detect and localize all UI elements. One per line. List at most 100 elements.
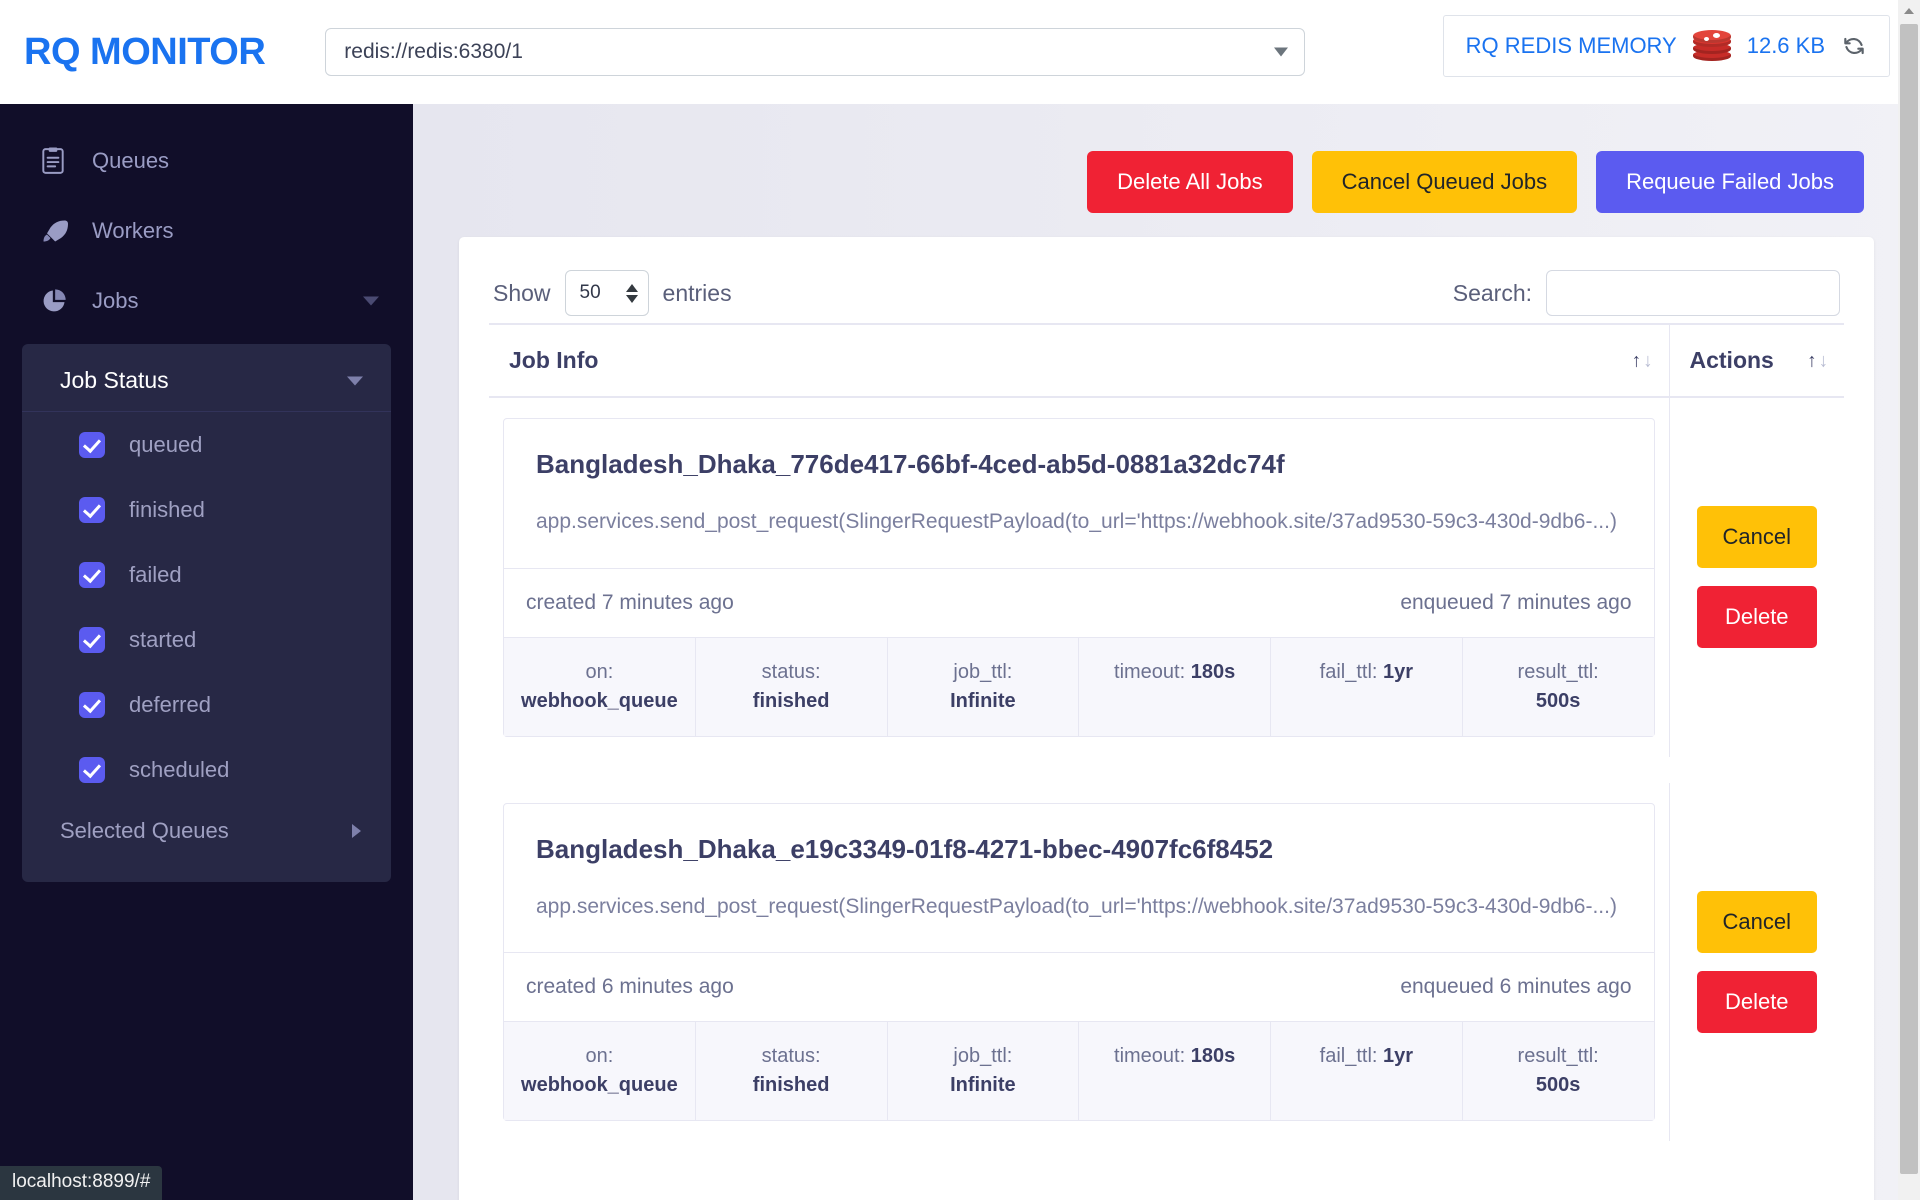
- meta-key: timeout:: [1114, 1045, 1186, 1067]
- meta-key: on:: [585, 660, 614, 683]
- scroll-up-button[interactable]: [1898, 0, 1920, 22]
- jobs-table: Job Info ↑ ↓ Actions ↑ ↓ Bangladesh_Dhak…: [489, 323, 1844, 1141]
- redis-connection-select[interactable]: redis://redis:6380/1: [325, 28, 1306, 76]
- top-bar: RQ MONITOR redis://redis:6380/1 RQ REDIS…: [0, 0, 1920, 104]
- sidebar: Queues Workers Jobs Job Status queued fi…: [0, 104, 413, 1200]
- scrollbar-thumb[interactable]: [1900, 24, 1918, 1174]
- redis-connection-value: redis://redis:6380/1: [344, 40, 523, 63]
- row-spacer: [489, 757, 1844, 783]
- page-size-value: 50: [579, 282, 601, 303]
- job-meta-status: status: finished: [696, 637, 888, 736]
- job-actions-cell: Cancel Delete: [1668, 397, 1844, 757]
- chevron-down-icon: [363, 296, 379, 306]
- table-row: Bangladesh_Dhaka_e19c3349-01f8-4271-bbec…: [489, 782, 1844, 1141]
- meta-key: status:: [761, 1045, 821, 1067]
- meta-value: Infinite: [950, 1074, 1016, 1096]
- job-enqueued-time: enqueued 6 minutes ago: [1400, 975, 1632, 998]
- meta-key: result_ttl:: [1517, 1045, 1599, 1067]
- checkbox-checked-icon[interactable]: [79, 756, 105, 783]
- sort-icon[interactable]: ↑ ↓: [1807, 351, 1828, 370]
- cancel-job-button[interactable]: Cancel: [1696, 890, 1817, 953]
- meta-value: 1yr: [1383, 1045, 1414, 1067]
- jobs-card: Show 50 entries Search: Job Info ↑ ↓ Act…: [459, 237, 1874, 1200]
- meta-value: finished: [752, 1074, 830, 1096]
- table-header-row: Job Info ↑ ↓ Actions ↑ ↓: [489, 323, 1844, 398]
- job-meta-on: on: webhook_queue: [504, 637, 696, 736]
- search-input[interactable]: [1546, 270, 1840, 316]
- checkbox-checked-icon[interactable]: [79, 626, 105, 653]
- status-filter-started[interactable]: started: [22, 607, 391, 672]
- job-enqueued-time: enqueued 7 minutes ago: [1400, 590, 1632, 614]
- status-filter-label: finished: [129, 496, 205, 522]
- job-card: Bangladesh_Dhaka_e19c3349-01f8-4271-bbec…: [503, 802, 1655, 1121]
- meta-key: result_ttl:: [1517, 660, 1599, 683]
- checkbox-checked-icon[interactable]: [79, 496, 105, 523]
- requeue-failed-jobs-button[interactable]: Requeue Failed Jobs: [1596, 151, 1864, 213]
- checkbox-checked-icon[interactable]: [79, 561, 105, 588]
- refresh-icon[interactable]: [1841, 33, 1867, 59]
- job-info-cell: Bangladesh_Dhaka_776de417-66bf-4ced-ab5d…: [489, 397, 1669, 757]
- entries-label: entries: [662, 279, 732, 306]
- sort-icon[interactable]: ↑ ↓: [1632, 351, 1653, 370]
- cancel-job-button[interactable]: Cancel: [1696, 506, 1817, 569]
- checkbox-checked-icon[interactable]: [79, 691, 105, 718]
- meta-value: finished: [752, 689, 830, 712]
- meta-value: 500s: [1535, 1074, 1581, 1096]
- status-filter-failed[interactable]: failed: [22, 542, 391, 607]
- sidebar-item-jobs[interactable]: Jobs: [0, 266, 413, 336]
- delete-job-button[interactable]: Delete: [1696, 970, 1817, 1033]
- bulk-actions-toolbar: Delete All Jobs Cancel Queued Jobs Reque…: [413, 104, 1920, 213]
- status-filter-label: started: [129, 626, 197, 652]
- job-meta-status: status: finished: [696, 1022, 888, 1120]
- stepper-arrows-icon[interactable]: [625, 283, 638, 303]
- sidebar-item-queues[interactable]: Queues: [0, 126, 413, 196]
- cancel-queued-jobs-button[interactable]: Cancel Queued Jobs: [1311, 151, 1578, 213]
- meta-value: Infinite: [950, 689, 1016, 712]
- chevron-right-icon: [352, 824, 361, 838]
- chevron-down-icon: [347, 376, 363, 385]
- selected-queues-item[interactable]: Selected Queues: [22, 802, 391, 860]
- job-meta-fail-ttl: fail_ttl: 1yr: [1271, 1022, 1463, 1120]
- main-content: Delete All Jobs Cancel Queued Jobs Reque…: [413, 104, 1920, 1200]
- meta-value: webhook_queue: [521, 689, 678, 712]
- show-label: Show: [493, 279, 551, 306]
- job-meta-result-ttl: result_ttl: 500s: [1463, 638, 1654, 736]
- status-filter-scheduled[interactable]: scheduled: [22, 737, 391, 802]
- redis-logo-icon: [1692, 30, 1731, 61]
- job-meta-fail-ttl: fail_ttl: 1yr: [1271, 637, 1463, 736]
- search-label: Search:: [1452, 279, 1532, 306]
- status-filter-finished[interactable]: finished: [22, 477, 391, 542]
- meta-value: 180s: [1190, 660, 1236, 683]
- column-header-actions[interactable]: Actions ↑ ↓: [1668, 323, 1844, 398]
- status-filter-label: deferred: [129, 691, 211, 717]
- job-meta-timeout: timeout: 180s: [1079, 637, 1271, 736]
- meta-key: timeout:: [1114, 660, 1186, 683]
- delete-all-jobs-button[interactable]: Delete All Jobs: [1087, 151, 1293, 213]
- job-status-panel: Job Status queued finished failed starte…: [22, 344, 391, 882]
- status-filter-queued[interactable]: queued: [22, 412, 391, 477]
- meta-value: webhook_queue: [521, 1074, 678, 1096]
- column-header-job-info[interactable]: Job Info ↑ ↓: [489, 323, 1669, 398]
- checkbox-checked-icon[interactable]: [79, 431, 105, 458]
- page-size-select[interactable]: 50: [564, 270, 649, 316]
- status-filter-deferred[interactable]: deferred: [22, 672, 391, 737]
- meta-key: status:: [761, 660, 821, 683]
- sidebar-item-workers[interactable]: Workers: [0, 196, 413, 266]
- rocket-icon: [40, 217, 70, 245]
- page-scrollbar[interactable]: [1898, 0, 1920, 1200]
- job-status-header[interactable]: Job Status: [22, 350, 391, 412]
- table-row: Bangladesh_Dhaka_776de417-66bf-4ced-ab5d…: [489, 397, 1844, 757]
- job-header: Bangladesh_Dhaka_e19c3349-01f8-4271-bbec…: [504, 804, 1654, 953]
- job-meta-row: on: webhook_queue status: finished job_t…: [504, 637, 1654, 736]
- meta-key: fail_ttl:: [1319, 660, 1378, 683]
- sidebar-item-label: Workers: [92, 218, 174, 243]
- status-filter-label: queued: [129, 431, 203, 457]
- selected-queues-label: Selected Queues: [60, 818, 229, 843]
- column-label: Actions: [1689, 347, 1774, 373]
- delete-job-button[interactable]: Delete: [1696, 586, 1817, 649]
- meta-value: 1yr: [1383, 660, 1414, 683]
- job-meta-on: on: webhook_queue: [504, 1022, 696, 1120]
- status-bar-url: localhost:8899/#: [0, 1166, 163, 1200]
- job-meta-result-ttl: result_ttl: 500s: [1463, 1022, 1654, 1120]
- job-title: Bangladesh_Dhaka_e19c3349-01f8-4271-bbec…: [536, 833, 1274, 864]
